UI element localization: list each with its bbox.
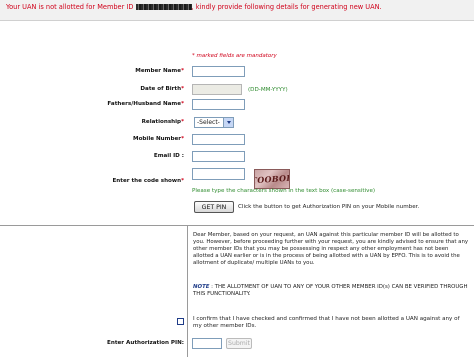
father-husband-label: Fathers/Husband Name* bbox=[107, 101, 184, 107]
member-name-input[interactable] bbox=[192, 66, 245, 77]
submit-button[interactable]: Submit bbox=[226, 338, 252, 349]
confirm-text: I confirm that I have checked and confir… bbox=[193, 316, 460, 329]
captcha-input[interactable] bbox=[192, 168, 245, 180]
father-husband-input[interactable] bbox=[192, 99, 245, 110]
section-divider bbox=[0, 225, 474, 226]
note-label: NOTE bbox=[193, 284, 210, 290]
mobile-label: Mobile Number* bbox=[133, 136, 184, 142]
mandatory-note: * marked fields are mandatory bbox=[192, 53, 277, 59]
relationship-select[interactable]: -Select- bbox=[194, 117, 234, 128]
dob-format-hint: (DD-MM-YYYY) bbox=[248, 87, 288, 93]
note-paragraph: NOTE : THE ALLOTMENT OF UAN TO ANY OF YO… bbox=[193, 284, 469, 298]
captcha-label: Enter the code shown* bbox=[112, 178, 184, 184]
dob-input[interactable] bbox=[192, 84, 242, 95]
member-name-label: Member Name* bbox=[135, 68, 184, 74]
chevron-down-icon[interactable] bbox=[223, 118, 233, 127]
captcha-text: TOOBOD bbox=[254, 172, 290, 186]
redacted-member-id bbox=[135, 4, 192, 10]
dob-label: Date of Birth* bbox=[140, 86, 184, 92]
auth-pin-label: Enter Authorization PIN: bbox=[107, 340, 184, 346]
error-message-prefix: Your UAN is not allotted for Member ID bbox=[6, 3, 136, 11]
info-paragraph: Dear Member, based on your request, an U… bbox=[193, 232, 469, 266]
get-pin-hint: Click the button to get Authorization PI… bbox=[238, 204, 420, 210]
captcha-hint: Please type the characters shown in the … bbox=[192, 188, 376, 194]
error-message-suffix: , kindly provide following details for g… bbox=[191, 3, 382, 11]
note-text: : THE ALLOTMENT OF UAN TO ANY OF YOUR OT… bbox=[193, 284, 468, 297]
auth-pin-input[interactable] bbox=[192, 338, 222, 349]
captcha-image: TOOBOD bbox=[254, 169, 290, 189]
mobile-input[interactable] bbox=[192, 134, 245, 145]
section-vertical-divider bbox=[187, 225, 188, 357]
email-label: Email ID : bbox=[153, 153, 184, 159]
confirm-checkbox[interactable] bbox=[177, 318, 184, 325]
get-pin-button[interactable]: GET PIN bbox=[194, 201, 234, 213]
email-input[interactable] bbox=[192, 151, 245, 162]
relationship-selected-value: -Select- bbox=[197, 119, 220, 126]
error-message: Your UAN is not allotted for Member ID ,… bbox=[6, 3, 468, 11]
relationship-label: Relationship* bbox=[141, 119, 184, 125]
